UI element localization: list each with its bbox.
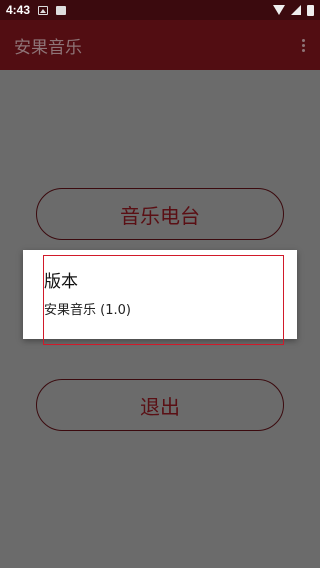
signal-icon — [291, 5, 301, 15]
exit-button[interactable]: 退出 — [36, 379, 284, 431]
wifi-icon — [273, 5, 285, 15]
battery-icon — [307, 4, 314, 16]
status-bar: 4:43 — [0, 0, 320, 20]
overflow-menu-icon[interactable] — [300, 38, 306, 52]
font-notification-icon — [56, 5, 67, 15]
app-title: 安果音乐 — [14, 37, 82, 58]
music-radio-button[interactable]: 音乐电台 — [36, 188, 284, 240]
app-bar: 安果音乐 — [0, 20, 320, 70]
image-notification-icon — [38, 5, 49, 15]
highlight-box — [43, 255, 284, 345]
status-time: 4:43 — [6, 3, 31, 17]
